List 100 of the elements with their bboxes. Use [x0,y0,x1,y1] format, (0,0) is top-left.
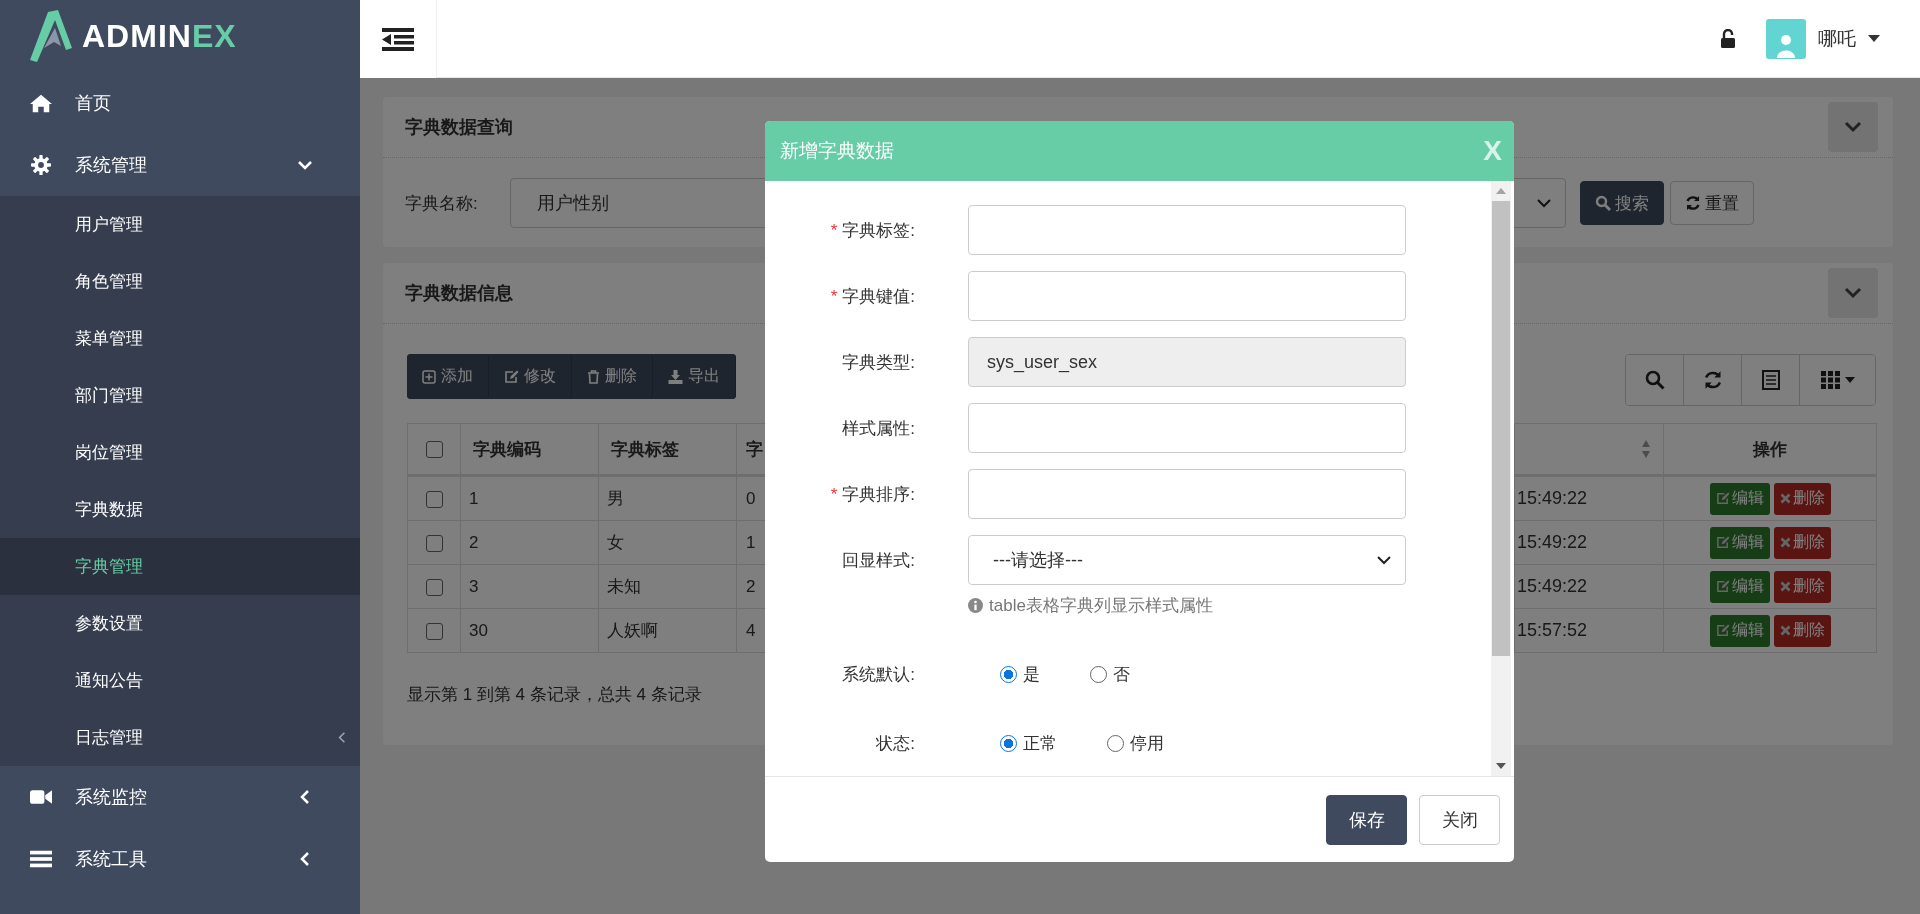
delete-button[interactable]: 删除 [1773,482,1831,515]
download-icon[interactable] [668,369,683,384]
collapse-button[interactable] [1828,268,1878,318]
sidebar-item[interactable]: 首页 [0,72,360,134]
row-checkbox[interactable] [425,490,443,508]
sidebar-item[interactable]: 日志管理 [0,709,360,766]
sidebar-item[interactable]: 参数设置 [0,595,360,652]
menu-icon[interactable] [382,26,414,51]
video-camera-icon [30,787,52,807]
pagination-info: 显示第 1 到第 4 条记录，总共 4 条记录 [407,684,702,706]
table-cell: 2 [746,576,756,596]
edit-icon[interactable] [504,369,519,384]
caret-icon[interactable] [1868,35,1880,42]
table-cell: 2 [469,532,479,552]
sidebar-item[interactable]: 岗位管理 [0,424,360,481]
radio-label[interactable]: 否 [1113,662,1130,686]
table-cell: 4 [746,620,756,640]
table-cell: 30 [469,620,488,640]
table-cell: 15:57:52 [1517,620,1588,640]
sidebar-item[interactable]: 角色管理 [0,253,360,310]
table-cell: 1 [469,488,479,508]
gear-icon [30,155,52,175]
edit-icon[interactable] [1715,624,1730,637]
close-button[interactable]: 关闭 [1419,794,1500,845]
trash-icon[interactable] [587,369,600,384]
sidebar-item[interactable]: 字典管理 [0,538,360,595]
logo-text: ADMINEX [82,17,237,55]
search-icon[interactable] [1595,195,1611,211]
table-cell: 男 [607,489,624,508]
scroll-down-icon[interactable] [1495,762,1507,770]
sidebar-item[interactable]: 系统监控 [0,766,360,828]
table-cell: 15:49:22 [1517,532,1588,552]
user-name[interactable]: 哪吒 [1818,25,1856,52]
logo-icon [28,8,74,64]
radio-label[interactable]: 是 [1023,662,1040,686]
home-icon [30,93,52,113]
radio-button[interactable] [1090,665,1107,683]
refresh-icon[interactable] [1702,370,1723,390]
radio-button[interactable] [1107,734,1124,752]
close-icon[interactable] [1779,493,1791,504]
sidebar-item[interactable]: 字典数据 [0,481,360,538]
field-label: 系统默认: [841,663,915,686]
list-icon[interactable] [1761,370,1780,390]
radio-label[interactable]: 正常 [1023,731,1057,755]
sidebar-item[interactable]: 部门管理 [0,367,360,424]
scrollbar[interactable] [1491,181,1511,776]
menu-toggle-button[interactable] [360,0,437,78]
search-button[interactable] [1626,355,1684,405]
save-button[interactable]: 保存 [1326,794,1407,845]
sort-icon[interactable] [1641,439,1651,460]
chevron-icon[interactable] [1377,555,1391,565]
field-label: 字典类型: [841,351,915,374]
input-field[interactable] [968,403,1406,453]
row-checkbox[interactable] [425,622,443,640]
plus-square-icon[interactable] [422,369,436,384]
add-button[interactable]: 添加 [407,354,489,399]
field-label: 状态: [875,732,915,755]
edit-icon[interactable] [1715,492,1730,505]
delete-button[interactable]: 删除 [1773,570,1831,603]
sidebar-item[interactable]: 用户管理 [0,196,360,253]
sidebar-item[interactable]: 通知公告 [0,652,360,709]
table-cell: 女 [607,533,624,552]
search-button[interactable]: 搜索 [1580,181,1664,225]
input-field[interactable] [968,205,1406,255]
grid-icon[interactable] [1820,371,1841,389]
table-cell: 0 [746,488,756,508]
input-field[interactable] [968,469,1406,519]
info-icon [968,597,983,613]
hint-text: table表格字典列显示样式属性 [989,594,1213,617]
refresh-icon[interactable] [1685,195,1701,211]
close-icon[interactable] [1779,625,1791,636]
column-header: 操作 [1753,439,1787,459]
radio-button[interactable] [1000,665,1017,683]
chevron-icon [297,160,313,170]
row-checkbox[interactable] [425,578,443,596]
delete-button[interactable]: 删除 [1773,526,1831,559]
reset-button[interactable]: 重置 [1670,181,1754,225]
delete-button[interactable]: 删除 [1773,614,1831,647]
radio-label[interactable]: 停用 [1130,731,1164,755]
select-field[interactable]: ---请选择--- [968,535,1406,585]
sidebar-item[interactable]: 系统工具 [0,828,360,890]
input-field[interactable] [968,271,1406,321]
collapse-button[interactable] [1828,102,1878,152]
radio-button[interactable] [1000,734,1017,752]
edit-icon[interactable] [1715,580,1730,593]
scroll-up-icon[interactable] [1495,187,1507,195]
edit-icon[interactable] [1715,536,1730,549]
search-icon[interactable] [1644,370,1665,390]
input-field[interactable]: sys_user_sex [968,337,1406,387]
chevron-icon [300,789,310,805]
chevron-icon [300,851,310,867]
select-all-checkbox[interactable] [425,441,443,458]
sidebar-item[interactable]: 菜单管理 [0,310,360,367]
sidebar-item[interactable]: 系统管理 [0,134,360,196]
table-cell: 15:49:22 [1517,576,1588,596]
close-icon[interactable] [1779,581,1791,592]
row-checkbox[interactable] [425,534,443,552]
close-icon[interactable] [1779,537,1791,548]
field-label: 样式属性: [841,417,915,440]
unlocked-lock-icon[interactable] [1720,28,1736,49]
